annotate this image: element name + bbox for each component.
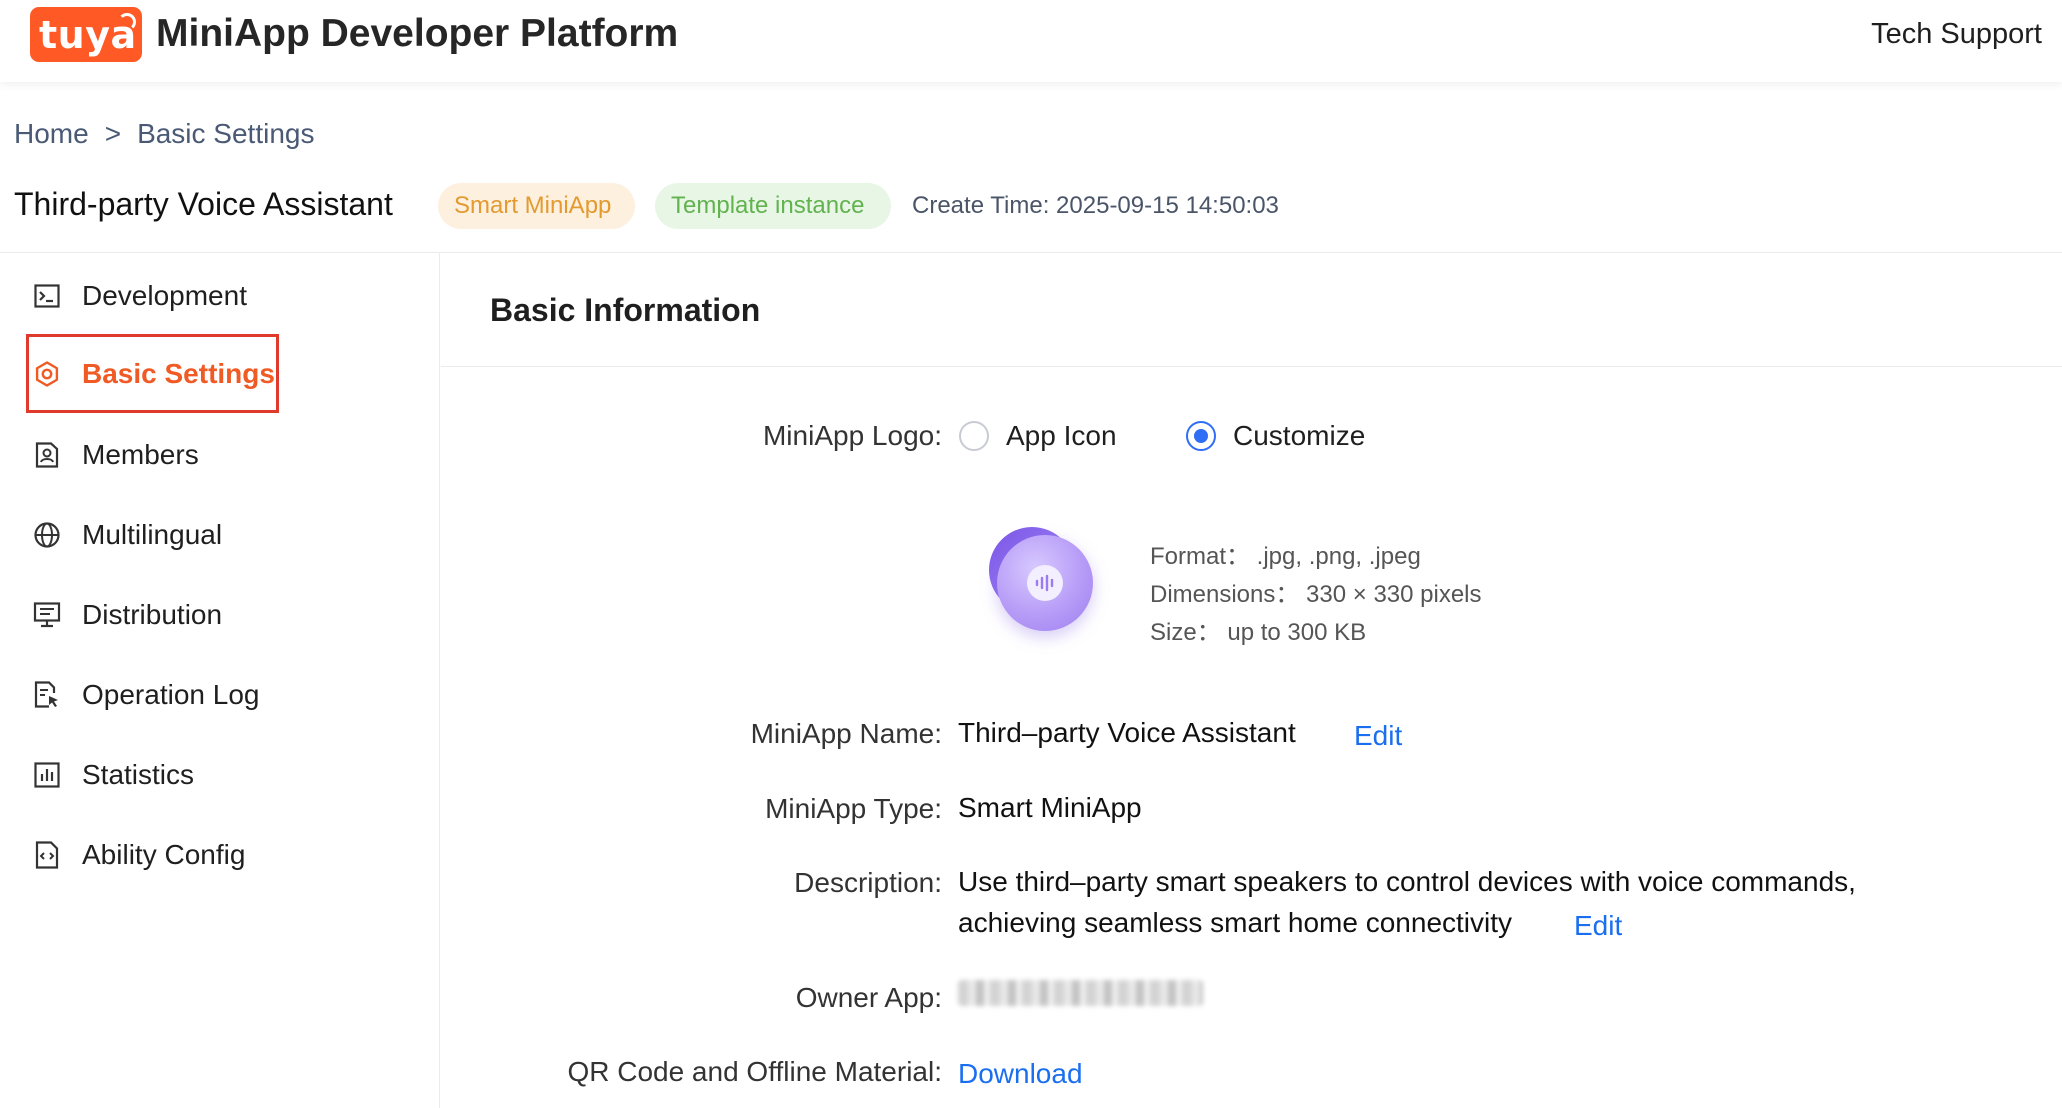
sidebar-item-ability-config[interactable]: Ability Config: [30, 830, 245, 880]
template-badge: Template instance: [655, 183, 891, 229]
type-badge: Smart MiniApp: [438, 183, 635, 229]
logo-label: MiniApp Logo:: [762, 420, 942, 451]
logo-format-hint: Format： .jpg, .png, .jpeg: [1150, 543, 1421, 570]
sidebar-item-distribution[interactable]: Distribution: [30, 590, 222, 640]
log-document-icon: [30, 678, 64, 712]
breadcrumb: Home > Basic Settings: [14, 118, 314, 150]
sidebar-item-label: Statistics: [82, 759, 195, 790]
app-icon-radio-label[interactable]: App Icon: [1006, 420, 1117, 452]
edit-description-link[interactable]: Edit: [1574, 910, 1622, 942]
sidebar-item-multilingual[interactable]: Multilingual: [30, 510, 222, 560]
edit-name-link[interactable]: Edit: [1354, 720, 1402, 752]
monitor-icon: [30, 598, 64, 632]
sidebar-item-operation-log[interactable]: Operation Log: [30, 670, 259, 720]
member-card-icon: [30, 438, 64, 472]
highlight-box: [26, 334, 279, 413]
owner-app-label: Owner App:: [795, 982, 942, 1013]
tuya-logo[interactable]: tuya: [30, 7, 142, 62]
type-value: Smart MiniApp: [958, 792, 1142, 823]
description-line-2: achieving seamless smart home connectivi…: [958, 907, 1513, 938]
sidebar-item-development[interactable]: Development: [30, 271, 247, 321]
description-line-1: Use third–party smart speakers to contro…: [958, 866, 1856, 897]
logo-dimensions-hint: Dimensions： 330 × 330 pixels: [1150, 581, 1482, 608]
breadcrumb-current: Basic Settings: [137, 118, 315, 149]
sidebar-item-label: Multilingual: [82, 519, 223, 550]
tech-support-link[interactable]: Tech Support: [1871, 18, 2042, 51]
voice-wave-icon: [1027, 565, 1063, 601]
sidebar-item-label: Distribution: [82, 599, 223, 630]
type-label: MiniApp Type:: [765, 793, 942, 824]
code-document-icon: [30, 838, 64, 872]
qr-code-label: QR Code and Offline Material:: [567, 1056, 942, 1087]
logo-arc-icon: [118, 13, 136, 31]
owner-app-value-redacted: [958, 980, 1203, 1006]
top-header: tuya MiniApp Developer Platform Tech Sup…: [0, 0, 2062, 82]
sidebar-item-label: Development: [82, 280, 247, 311]
download-link[interactable]: Download: [958, 1058, 1083, 1090]
create-time: Create Time: 2025-09-15 14:50:03: [912, 192, 1279, 219]
page-title: Third-party Voice Assistant: [14, 186, 393, 222]
section-title: Basic Information: [490, 292, 761, 328]
customize-radio-label[interactable]: Customize: [1233, 420, 1365, 452]
breadcrumb-home[interactable]: Home: [14, 118, 89, 150]
logo-size-hint: Size： up to 300 KB: [1150, 619, 1367, 646]
name-value: Third–party Voice Assistant: [958, 717, 1296, 748]
customize-radio[interactable]: [1186, 421, 1216, 451]
miniapp-logo-image[interactable]: [985, 525, 1095, 635]
app-icon-radio[interactable]: [959, 421, 989, 451]
sidebar-item-label: Operation Log: [82, 679, 260, 710]
globe-icon: [30, 518, 64, 552]
sidebar-item-statistics[interactable]: Statistics: [30, 750, 194, 800]
terminal-icon: [30, 279, 64, 313]
sidebar-item-label: Members: [82, 439, 199, 470]
sidebar-item-label: Ability Config: [82, 839, 246, 870]
platform-title: MiniApp Developer Platform: [156, 12, 679, 55]
sidebar-item-members[interactable]: Members: [30, 430, 199, 480]
description-label: Description:: [794, 867, 942, 898]
name-label: MiniApp Name:: [750, 718, 942, 749]
breadcrumb-separator: >: [104, 118, 122, 149]
divider: [441, 366, 2062, 367]
bar-chart-icon: [30, 758, 64, 792]
